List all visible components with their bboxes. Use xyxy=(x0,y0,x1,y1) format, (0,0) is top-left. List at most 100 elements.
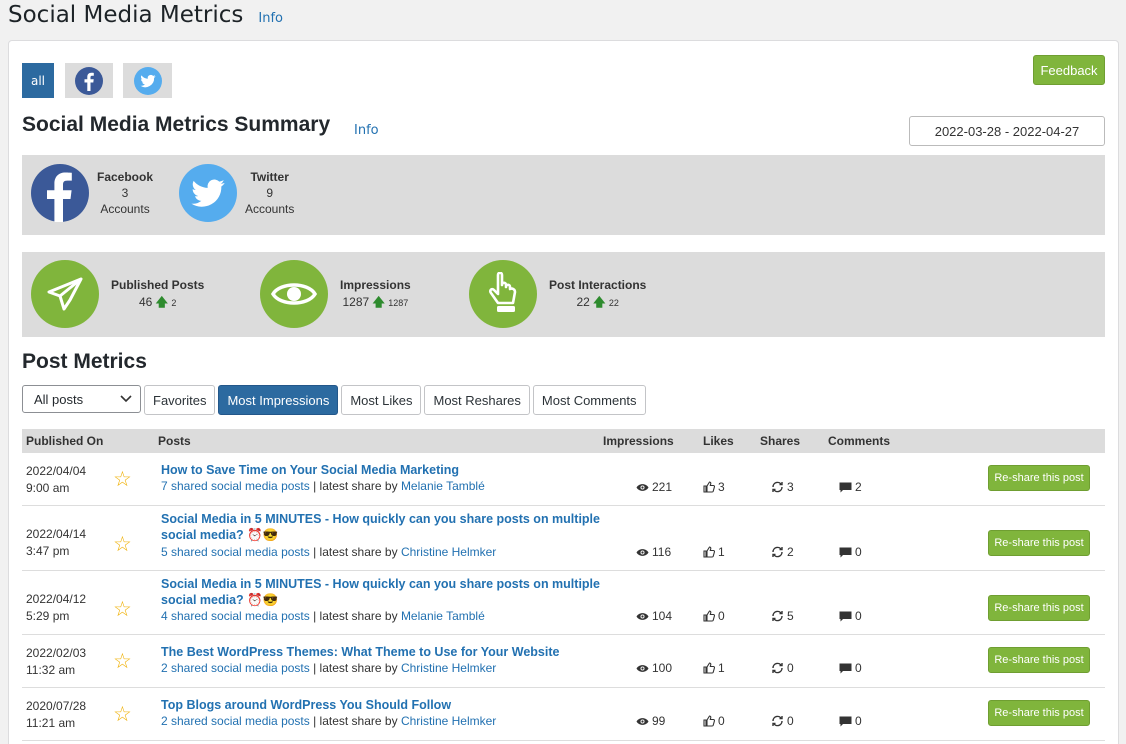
thumbs-up-icon xyxy=(703,715,715,727)
summary-info-link[interactable]: Info xyxy=(354,123,379,138)
tab-most-reshares[interactable]: Most Reshares xyxy=(424,385,530,415)
header-published-on[interactable]: Published On xyxy=(26,434,103,448)
table-row: 2022/02/03 11:32 am ☆ The Best WordPress … xyxy=(22,635,1105,688)
shared-posts-link[interactable]: 2 shared social media posts xyxy=(161,661,310,675)
likes-value: 1 xyxy=(718,661,725,675)
tab-most-comments[interactable]: Most Comments xyxy=(532,385,646,415)
post-title-link[interactable]: Top Blogs around WordPress You Should Fo… xyxy=(161,697,631,713)
comments-metric: 2 xyxy=(839,480,862,494)
post-title-link[interactable]: How to Save Time on Your Social Media Ma… xyxy=(161,462,631,478)
date-range-picker[interactable]: 2022-03-28 - 2022-04-27 xyxy=(909,116,1105,146)
published-posts-stat: Published Posts 46 🡅 2 xyxy=(31,260,204,328)
header-comments[interactable]: Comments xyxy=(828,434,890,448)
latest-share-author-link[interactable]: Christine Helmker xyxy=(401,661,496,675)
facebook-accounts-count: 3 xyxy=(121,186,129,200)
retweet-icon xyxy=(772,481,783,493)
shares-metric: 0 xyxy=(771,661,794,675)
comments-metric: 0 xyxy=(839,661,862,675)
page-title: Social Media Metrics xyxy=(8,2,244,28)
post-date-time: 3:47 pm xyxy=(26,544,70,558)
shared-posts-link[interactable]: 7 shared social media posts xyxy=(161,479,310,493)
table-header: Published On Posts Impressions Likes Sha… xyxy=(22,429,1105,453)
favorite-star-icon[interactable]: ☆ xyxy=(113,532,132,557)
reshare-button[interactable]: Re-share this post xyxy=(988,595,1090,621)
comment-icon xyxy=(839,547,852,557)
comment-icon xyxy=(839,663,852,673)
metrics-panel: all Feedback Social Media Metrics Summar… xyxy=(8,40,1119,744)
filter-all-button[interactable]: all xyxy=(22,63,54,98)
twitter-accounts-text: Twitter 9 Accounts xyxy=(245,169,294,217)
impressions-text: Impressions 1287 🡅 1287 xyxy=(340,277,411,312)
shares-value: 0 xyxy=(787,661,794,675)
comment-icon xyxy=(839,611,852,621)
impressions-value: 99 xyxy=(652,714,666,728)
likes-value: 0 xyxy=(718,609,725,623)
likes-value: 3 xyxy=(718,480,725,494)
posts-filter-value: All posts xyxy=(34,391,84,407)
comment-icon xyxy=(839,716,852,726)
post-share-info: 2 shared social media posts | latest sha… xyxy=(161,661,496,675)
latest-share-author-link[interactable]: Melanie Tamblé xyxy=(401,479,485,493)
header-posts[interactable]: Posts xyxy=(158,434,191,448)
post-date: 2022/04/12 5:29 pm xyxy=(26,591,86,625)
post-date-time: 11:32 am xyxy=(26,663,76,677)
post-title-link[interactable]: Social Media in 5 MINUTES - How quickly … xyxy=(161,576,631,608)
header-shares[interactable]: Shares xyxy=(760,434,800,448)
tab-favorites[interactable]: Favorites xyxy=(144,385,216,415)
reshare-button[interactable]: Re-share this post xyxy=(988,465,1090,491)
facebook-accounts-name: Facebook xyxy=(97,170,154,184)
reshare-button[interactable]: Re-share this post xyxy=(988,647,1090,673)
likes-metric: 1 xyxy=(703,545,725,559)
latest-share-author-link[interactable]: Christine Helmker xyxy=(401,545,496,559)
post-interactions-text: Post Interactions 22 🡅 22 xyxy=(549,277,646,312)
post-date-day: 2020/07/28 xyxy=(26,699,87,713)
table-row: 2022/04/04 9:00 am ☆ How to Save Time on … xyxy=(22,453,1105,506)
likes-metric: 3 xyxy=(703,480,725,494)
post-title-link[interactable]: The Best WordPress Themes: What Theme to… xyxy=(161,644,631,660)
post-title-link[interactable]: Social Media in 5 MINUTES - How quickly … xyxy=(161,511,631,543)
reshare-button[interactable]: Re-share this post xyxy=(988,700,1090,726)
retweet-icon xyxy=(772,610,783,622)
favorite-star-icon[interactable]: ☆ xyxy=(113,702,132,727)
latest-share-author-link[interactable]: Christine Helmker xyxy=(401,714,496,728)
comments-metric: 0 xyxy=(839,714,862,728)
comments-value: 2 xyxy=(855,480,862,494)
tab-most-likes[interactable]: Most Likes xyxy=(341,385,422,415)
comments-value: 0 xyxy=(855,609,862,623)
twitter-accounts-label: Accounts xyxy=(245,202,295,216)
favorite-star-icon[interactable]: ☆ xyxy=(113,467,132,492)
comments-value: 0 xyxy=(855,714,862,728)
favorite-star-icon[interactable]: ☆ xyxy=(113,649,132,674)
filter-facebook-button[interactable] xyxy=(65,63,113,98)
impressions-change: 1287 xyxy=(388,297,409,308)
accounts-summary: Facebook 3 Accounts Twitter 9 Accounts xyxy=(22,155,1105,235)
post-metrics-tabs: All posts Favorites Most Impressions Mos… xyxy=(22,385,649,415)
tab-most-impressions[interactable]: Most Impressions xyxy=(218,385,339,415)
post-interactions-label: Post Interactions xyxy=(549,277,647,292)
shared-posts-link[interactable]: 5 shared social media posts xyxy=(161,545,310,559)
arrow-up-icon: 🡅 xyxy=(593,294,606,309)
impressions-value: 100 xyxy=(652,661,673,675)
shared-posts-link[interactable]: 2 shared social media posts xyxy=(161,714,310,728)
post-share-info: 4 shared social media posts | latest sha… xyxy=(161,609,485,623)
post-share-info: 2 shared social media posts | latest sha… xyxy=(161,714,496,728)
shared-posts-link[interactable]: 4 shared social media posts xyxy=(161,609,310,623)
header-impressions[interactable]: Impressions xyxy=(603,434,674,448)
feedback-button[interactable]: Feedback xyxy=(1033,55,1105,85)
header-likes[interactable]: Likes xyxy=(703,434,734,448)
impressions-metric: 99 xyxy=(636,714,665,728)
post-share-info: 7 shared social media posts | latest sha… xyxy=(161,479,485,493)
stats-summary: Published Posts 46 🡅 2 Impressions 1287 … xyxy=(22,252,1105,337)
latest-share-author-link[interactable]: Melanie Tamblé xyxy=(401,609,485,623)
reshare-button[interactable]: Re-share this post xyxy=(988,530,1090,556)
thumbs-up-icon xyxy=(703,610,715,622)
thumbs-up-icon xyxy=(703,662,715,674)
shares-value: 3 xyxy=(787,480,794,494)
table-row: 2022/04/14 3:47 pm ☆ Social Media in 5 MI… xyxy=(22,506,1105,571)
post-date: 2022/04/04 9:00 am xyxy=(26,463,86,497)
posts-filter-select[interactable]: All posts xyxy=(22,385,141,413)
favorite-star-icon[interactable]: ☆ xyxy=(113,597,132,622)
eye-icon xyxy=(636,548,649,556)
filter-twitter-button[interactable] xyxy=(123,63,172,98)
page-info-link[interactable]: Info xyxy=(258,11,283,26)
